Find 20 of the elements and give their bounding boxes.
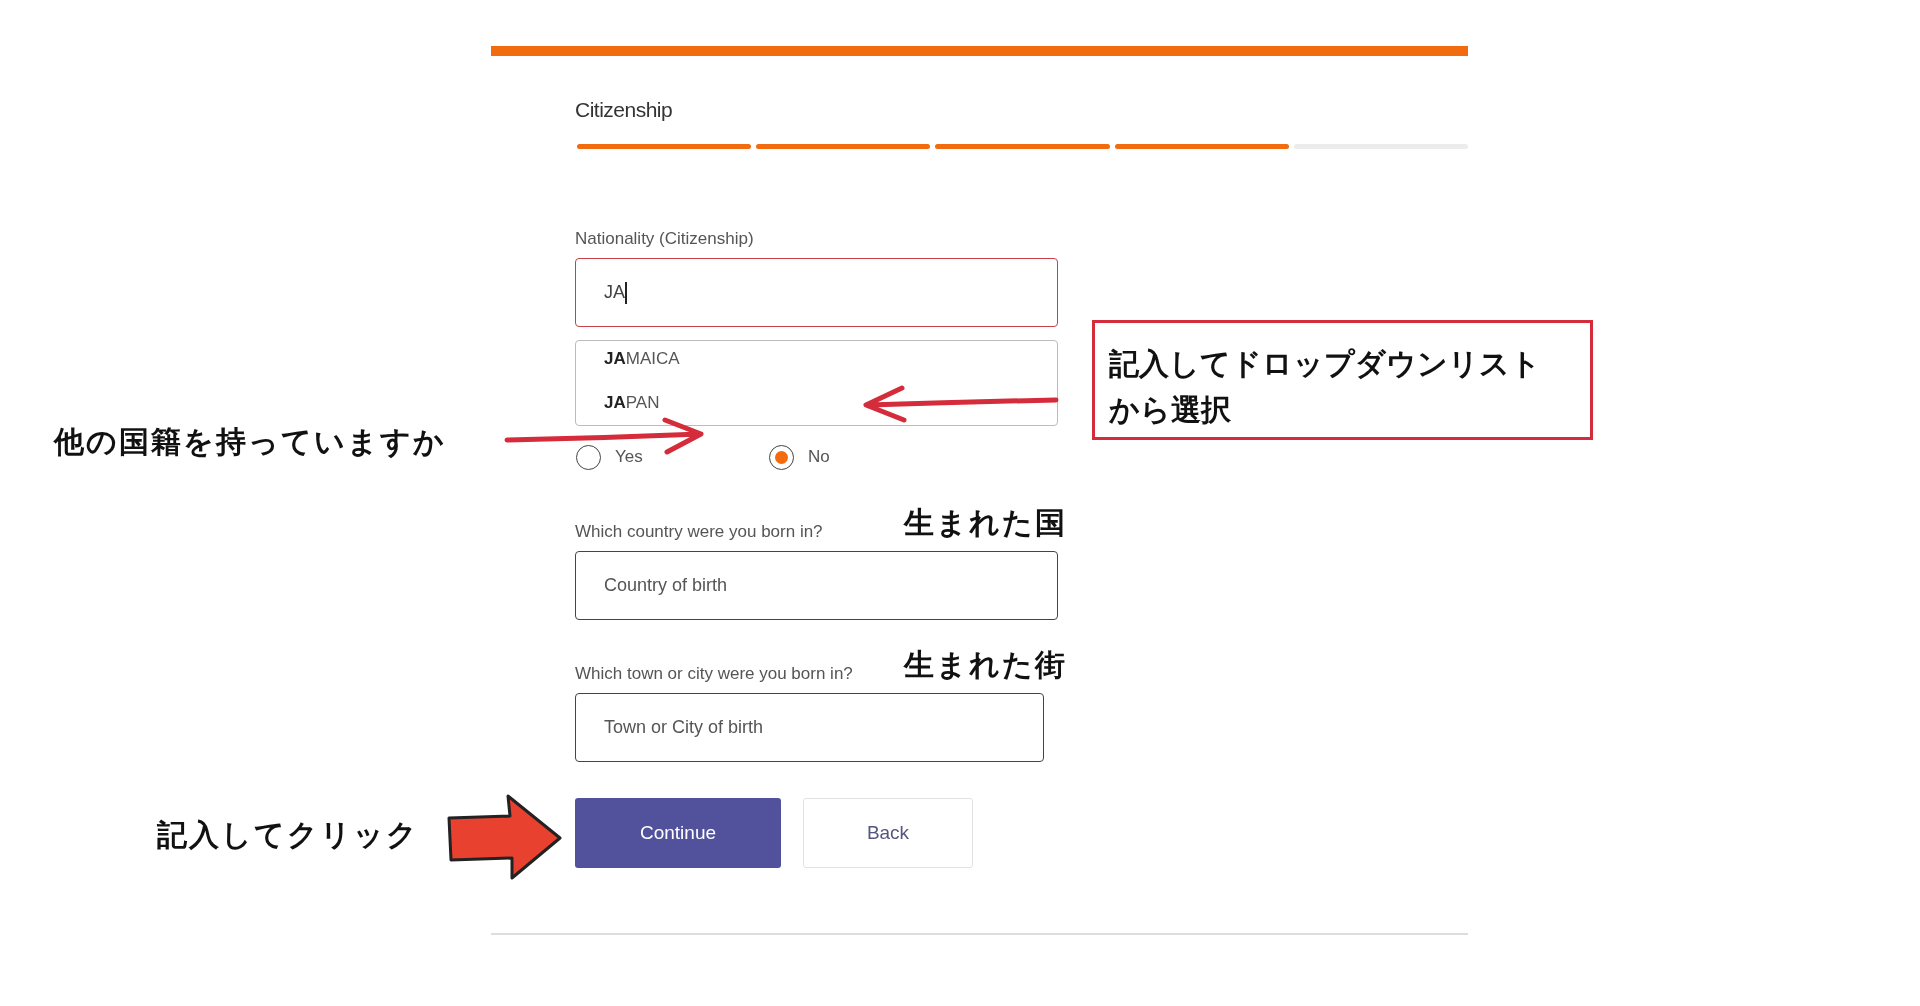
annotation-text: 記入してクリック [157,816,419,854]
field-label: Which country were you born in? [575,522,823,542]
back-button[interactable]: Back [803,798,973,868]
annotation-text: 生まれた国 [904,504,1067,542]
suggestion-item[interactable]: JAMAICA [604,349,1057,369]
callout-text: 記入してドロップダウンリストから選択 [1109,345,1542,429]
field-value: JA [604,282,625,303]
input-field[interactable]: Town or City of birth [575,693,1044,762]
section-title: Citizenship [575,98,673,122]
field-label: Nationality (Citizenship) [575,229,754,249]
annotation-text: 生まれた街 [904,646,1067,684]
annotation-text: 他の国籍を持っていますか [54,423,446,461]
continue-button[interactable]: Continue [575,798,781,868]
field-label: Which town or city were you born in? [575,664,853,684]
nationality-field[interactable]: JA [575,258,1058,327]
suggestion-item[interactable]: JAPAN [604,393,1057,413]
radio-label: No [808,447,830,467]
radio-label: Yes [615,447,643,467]
text-cursor [625,281,627,304]
input-field[interactable]: Country of birth [575,551,1058,620]
